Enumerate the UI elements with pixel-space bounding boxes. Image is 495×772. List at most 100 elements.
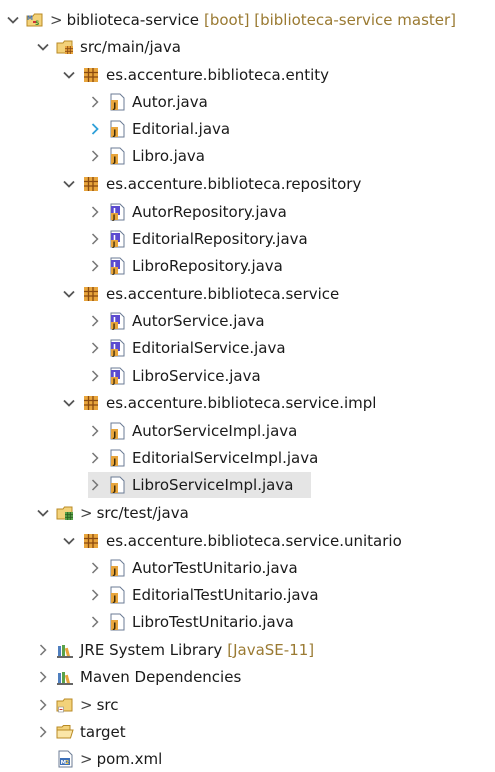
tree-item-file[interactable]: EditorialServiceImpl.java bbox=[88, 445, 318, 471]
file-label: pom.xml bbox=[96, 750, 163, 768]
tree-item-jre-library[interactable]: JRE System Library [JavaSE-11] bbox=[36, 637, 314, 663]
tree-item-file[interactable]: Editorial.java bbox=[88, 116, 230, 142]
package-icon bbox=[82, 285, 100, 303]
tree-item-file[interactable]: Libro.java bbox=[88, 143, 205, 169]
collapse-arrow-icon[interactable] bbox=[88, 122, 102, 136]
expand-arrow-icon[interactable] bbox=[36, 506, 50, 520]
file-label: Editorial.java bbox=[132, 120, 231, 138]
file-label: AutorService.java bbox=[132, 312, 265, 330]
tree-item-package-unitario[interactable]: es.accenture.biblioteca.service.unitario bbox=[62, 528, 402, 554]
tree-item-file[interactable]: LibroRepository.java bbox=[88, 253, 283, 279]
project-name: biblioteca-service bbox=[66, 11, 199, 29]
package-icon bbox=[82, 532, 100, 550]
collapse-arrow-icon[interactable] bbox=[36, 725, 50, 739]
collapse-arrow-icon[interactable] bbox=[88, 588, 102, 602]
tree-item-file-selected[interactable]: LibroServiceImpl.java bbox=[88, 472, 311, 498]
tree-item-file[interactable]: Autor.java bbox=[88, 89, 208, 115]
file-label: AutorServiceImpl.java bbox=[132, 422, 298, 440]
collapse-arrow-icon[interactable] bbox=[88, 259, 102, 273]
collapse-arrow-icon[interactable] bbox=[36, 698, 50, 712]
expand-arrow-icon[interactable] bbox=[62, 68, 76, 82]
collapse-arrow-icon[interactable] bbox=[88, 232, 102, 246]
package-icon bbox=[82, 175, 100, 193]
tree-item-file[interactable]: AutorService.java bbox=[88, 308, 265, 334]
tree-item-file[interactable]: AutorServiceImpl.java bbox=[88, 418, 297, 444]
tree-item-package-repository[interactable]: es.accenture.biblioteca.repository bbox=[62, 171, 361, 197]
git-change-marker: > bbox=[80, 750, 93, 768]
git-change-marker: > bbox=[50, 11, 63, 29]
tree-item-src-test-java[interactable]: > src/test/java bbox=[36, 500, 189, 526]
tree-item-package-entity[interactable]: es.accenture.biblioteca.entity bbox=[62, 62, 329, 88]
library-label: JRE System Library bbox=[80, 641, 223, 659]
file-label: LibroService.java bbox=[132, 367, 261, 385]
maven-project-icon bbox=[26, 11, 44, 29]
tree-item-file[interactable]: AutorRepository.java bbox=[88, 199, 287, 225]
file-label: Autor.java bbox=[132, 93, 208, 111]
tree-item-package-impl[interactable]: es.accenture.biblioteca.service.impl bbox=[62, 390, 376, 416]
project-decoration: [boot] [biblioteca-service master] bbox=[204, 11, 457, 29]
collapse-arrow-icon[interactable] bbox=[88, 369, 102, 383]
tree-item-file[interactable]: AutorTestUnitario.java bbox=[88, 555, 298, 581]
file-label: EditorialTestUnitario.java bbox=[132, 586, 319, 604]
expand-arrow-icon[interactable] bbox=[62, 396, 76, 410]
git-change-marker: > bbox=[80, 696, 93, 714]
java-class-icon bbox=[108, 613, 126, 631]
expand-arrow-icon[interactable] bbox=[62, 534, 76, 548]
library-label: Maven Dependencies bbox=[80, 668, 242, 686]
library-icon bbox=[56, 668, 74, 686]
tree-item-maven-dependencies[interactable]: Maven Dependencies bbox=[36, 664, 241, 690]
collapse-arrow-icon[interactable] bbox=[88, 149, 102, 163]
tree-item-file[interactable]: EditorialRepository.java bbox=[88, 226, 308, 252]
tree-item-target-folder[interactable]: target bbox=[36, 719, 126, 745]
tree-item-package-service[interactable]: es.accenture.biblioteca.service bbox=[62, 281, 339, 307]
tree-item-file[interactable]: EditorialService.java bbox=[88, 335, 286, 361]
file-label: EditorialRepository.java bbox=[132, 230, 308, 248]
java-interface-icon bbox=[108, 367, 126, 385]
library-decoration: [JavaSE-11] bbox=[227, 641, 315, 659]
tree-item-project[interactable]: > biblioteca-service [boot] [biblioteca-… bbox=[6, 7, 456, 33]
expand-arrow-icon[interactable] bbox=[62, 287, 76, 301]
expand-arrow-icon[interactable] bbox=[6, 13, 20, 27]
java-interface-icon bbox=[108, 230, 126, 248]
folder-open-icon bbox=[56, 723, 74, 741]
file-label: LibroServiceImpl.java bbox=[132, 476, 294, 494]
file-label: EditorialService.java bbox=[132, 339, 286, 357]
source-folder-label: src/test/java bbox=[96, 504, 189, 522]
source-folder-icon bbox=[56, 38, 74, 56]
test-source-folder-icon bbox=[56, 504, 74, 522]
package-icon bbox=[82, 66, 100, 84]
library-icon bbox=[56, 641, 74, 659]
expand-arrow-icon[interactable] bbox=[36, 40, 50, 54]
collapse-arrow-icon[interactable] bbox=[88, 341, 102, 355]
collapse-arrow-icon[interactable] bbox=[88, 451, 102, 465]
source-folder-label: src/main/java bbox=[80, 38, 181, 56]
expand-arrow-icon[interactable] bbox=[62, 177, 76, 191]
tree-item-file[interactable]: EditorialTestUnitario.java bbox=[88, 582, 319, 608]
tree-item-src-main-java[interactable]: src/main/java bbox=[36, 34, 181, 60]
java-class-icon bbox=[108, 449, 126, 467]
git-change-marker: > bbox=[80, 504, 93, 522]
collapse-arrow-icon[interactable] bbox=[88, 478, 102, 492]
java-interface-icon bbox=[108, 339, 126, 357]
file-label: EditorialServiceImpl.java bbox=[132, 449, 319, 467]
collapse-arrow-icon[interactable] bbox=[88, 424, 102, 438]
collapse-arrow-icon[interactable] bbox=[36, 643, 50, 657]
folder-icon bbox=[56, 696, 74, 714]
folder-label: target bbox=[80, 723, 126, 741]
collapse-arrow-icon[interactable] bbox=[36, 670, 50, 684]
tree-item-pom[interactable]: > pom.xml bbox=[56, 746, 162, 772]
tree-item-file[interactable]: LibroTestUnitario.java bbox=[88, 609, 294, 635]
maven-pom-icon bbox=[56, 750, 74, 768]
java-class-icon bbox=[108, 422, 126, 440]
collapse-arrow-icon[interactable] bbox=[88, 205, 102, 219]
java-class-icon bbox=[108, 93, 126, 111]
collapse-arrow-icon[interactable] bbox=[88, 314, 102, 328]
collapse-arrow-icon[interactable] bbox=[88, 95, 102, 109]
java-interface-icon bbox=[108, 312, 126, 330]
tree-item-src-folder[interactable]: > src bbox=[36, 692, 118, 718]
package-icon bbox=[82, 394, 100, 412]
collapse-arrow-icon[interactable] bbox=[88, 615, 102, 629]
collapse-arrow-icon[interactable] bbox=[88, 561, 102, 575]
tree-item-file[interactable]: LibroService.java bbox=[88, 363, 261, 389]
java-class-icon bbox=[108, 476, 126, 494]
